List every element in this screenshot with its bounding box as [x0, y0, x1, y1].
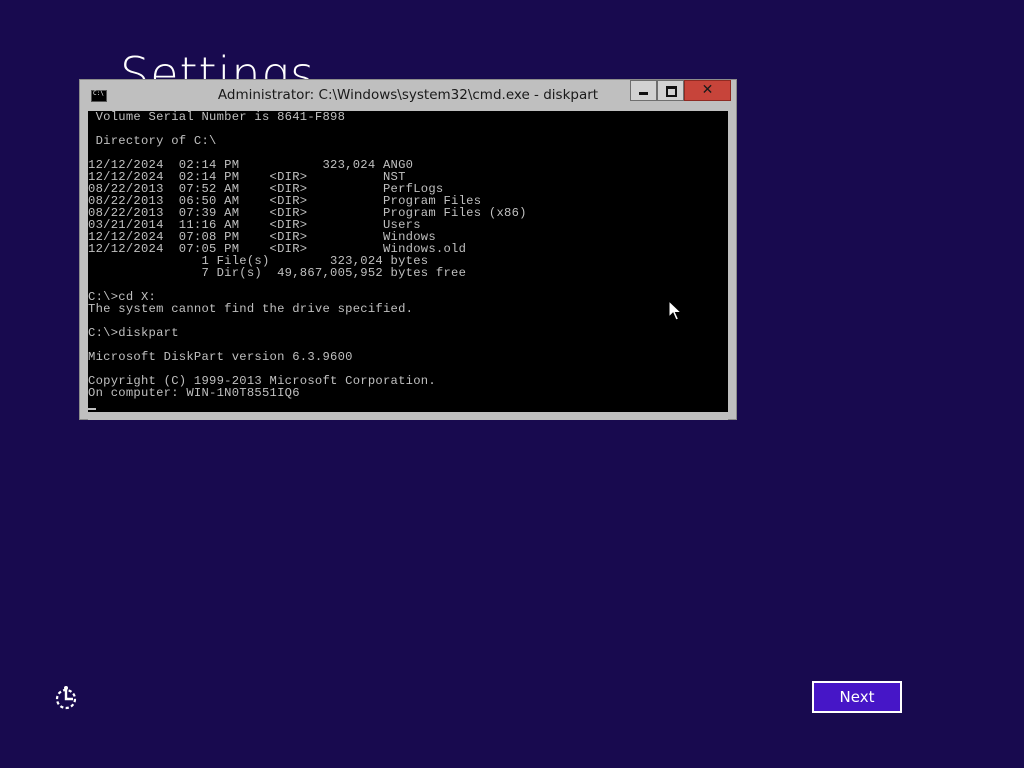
cmd-window[interactable]: Administrator: C:\Windows\system32\cmd.e… — [79, 79, 737, 420]
mouse-pointer-icon — [668, 300, 682, 321]
maximize-button[interactable] — [657, 80, 684, 101]
window-bottom-border — [88, 412, 728, 420]
minimize-button[interactable] — [630, 80, 657, 101]
text-cursor — [88, 408, 96, 410]
console-output[interactable]: Volume Serial Number is 8641-F898 Direct… — [88, 111, 728, 412]
setup-screen: Settings Administrator: C:\Windows\syste… — [0, 0, 1024, 768]
close-button[interactable]: ✕ — [684, 80, 731, 101]
cmd-titlebar[interactable]: Administrator: C:\Windows\system32\cmd.e… — [80, 80, 736, 111]
ease-of-access-icon[interactable] — [53, 685, 79, 711]
next-button[interactable]: Next — [812, 681, 902, 713]
close-icon: ✕ — [701, 82, 714, 98]
maximize-icon — [666, 86, 677, 97]
minimize-icon — [639, 92, 648, 95]
console-text: Volume Serial Number is 8641-F898 Direct… — [88, 111, 527, 400]
vertical-scrollbar[interactable] — [728, 111, 736, 412]
